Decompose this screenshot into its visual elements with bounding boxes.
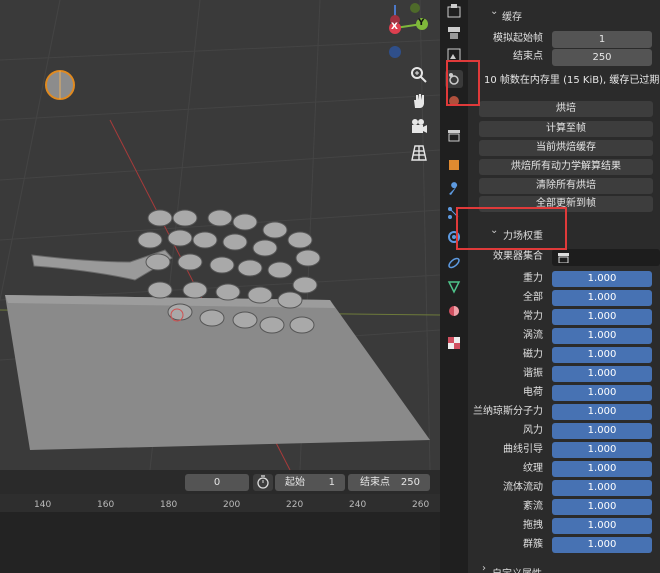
weight-field-charge[interactable]: 1.000 xyxy=(552,385,652,401)
grid-perspective-icon[interactable] xyxy=(406,140,432,166)
bake-all-dynamics-button[interactable]: 烘焙所有动力学解算结果 xyxy=(479,159,653,175)
chevron-down-icon: ⌄ xyxy=(490,6,499,17)
effector-collection-label: 效果器集合 xyxy=(493,251,543,262)
zoom-icon[interactable] xyxy=(406,62,432,88)
weight-field-fluid-flow[interactable]: 1.000 xyxy=(552,480,652,496)
weight-label-force: 常力 xyxy=(523,311,543,322)
cache-panel-header[interactable]: ⌄ 缓存 xyxy=(474,3,658,23)
modifier-wrench-icon[interactable] xyxy=(445,180,463,198)
camera-view-icon[interactable] xyxy=(406,114,432,140)
world-tab-icon[interactable] xyxy=(445,126,463,144)
y-axis-label: Y xyxy=(418,18,425,28)
stopwatch-icon[interactable] xyxy=(253,474,273,491)
frame-ruler[interactable] xyxy=(0,494,440,512)
weight-field-vortex[interactable]: 1.000 xyxy=(552,328,652,344)
object-tab-icon[interactable] xyxy=(445,156,463,174)
end-frame-label: 结束点 xyxy=(360,477,390,488)
material-tab-icon[interactable] xyxy=(445,302,463,320)
calculate-to-frame-button[interactable]: 计算至帧 xyxy=(479,121,653,137)
timeline[interactable]: 0 起始 1 结束点 250 140 160 180 200 220 240 2… xyxy=(0,470,440,573)
axis-gizmo[interactable] xyxy=(380,0,440,60)
weight-field-magnetic[interactable]: 1.000 xyxy=(552,347,652,363)
weight-label-turbulence: 紊流 xyxy=(523,501,543,512)
hand-pan-icon[interactable] xyxy=(406,88,432,114)
weight-label-fluid-flow: 流体流动 xyxy=(503,482,543,493)
tick-label: 140 xyxy=(34,500,52,510)
weight-label-drag: 拖拽 xyxy=(523,520,543,531)
cache-end-field[interactable]: 250 xyxy=(552,49,652,66)
chevron-right-icon: › xyxy=(482,563,486,573)
weight-label-gravity: 重力 xyxy=(523,273,543,284)
tick-label: 260 xyxy=(412,500,430,510)
weight-field-all[interactable]: 1.000 xyxy=(552,290,652,306)
end-frame-value: 250 xyxy=(400,477,420,488)
weight-label-lennard-jones: 兰纳琼斯分子力 xyxy=(473,406,543,417)
delete-all-bakes-button[interactable]: 清除所有烘培 xyxy=(479,178,653,194)
highlight-box xyxy=(456,207,567,250)
current-frame-field[interactable]: 0 xyxy=(185,474,249,491)
sim-start-field[interactable]: 1 xyxy=(552,31,652,48)
weight-field-force[interactable]: 1.000 xyxy=(552,309,652,325)
weight-field-lennard-jones[interactable]: 1.000 xyxy=(552,404,652,420)
collection-box-icon xyxy=(558,253,569,263)
data-tab-icon[interactable] xyxy=(445,278,463,296)
weight-label-wind: 风力 xyxy=(523,425,543,436)
custom-properties-header[interactable]: › 自定义属性 xyxy=(474,562,658,573)
start-frame-field[interactable]: 起始 1 xyxy=(275,474,345,491)
weight-label-curve-guide: 曲线引导 xyxy=(503,444,543,455)
3d-viewport[interactable]: X Y xyxy=(0,0,440,470)
tick-label: 200 xyxy=(223,500,241,510)
weight-label-all: 全部 xyxy=(523,292,543,303)
tick-label: 240 xyxy=(349,500,367,510)
viewport-scene xyxy=(0,0,440,470)
render-tab-icon[interactable] xyxy=(445,24,463,42)
constraints-tab-icon[interactable] xyxy=(445,254,463,272)
sim-start-label: 模拟起始帧 xyxy=(493,33,543,44)
texture-tab-icon[interactable] xyxy=(445,334,463,352)
tick-label: 180 xyxy=(160,500,178,510)
current-cache-to-bake-button[interactable]: 当前烘焙缓存 xyxy=(479,140,653,156)
start-frame-value: 1 xyxy=(328,477,335,488)
weight-label-harmonic: 谐振 xyxy=(523,368,543,379)
weight-field-curve-guide[interactable]: 1.000 xyxy=(552,442,652,458)
effector-collection-field[interactable] xyxy=(552,249,660,266)
highlight-box xyxy=(446,60,480,106)
start-frame-label: 起始 xyxy=(285,477,305,488)
tick-label: 220 xyxy=(286,500,304,510)
bake-button[interactable]: 烘培 xyxy=(479,101,653,117)
properties-panel: ⌄ 缓存 模拟起始帧 1 结束点 250 10 帧数在内存里 (15 KiB),… xyxy=(468,0,660,573)
x-axis-label: X xyxy=(391,22,398,32)
weight-field-boid[interactable]: 1.000 xyxy=(552,537,652,553)
tool-tab-icon[interactable] xyxy=(445,2,463,20)
end-frame-field[interactable]: 结束点 250 xyxy=(348,474,430,491)
cache-header-label: 缓存 xyxy=(502,12,522,23)
weight-label-charge: 电荷 xyxy=(523,387,543,398)
cache-status-text: 10 帧数在内存里 (15 KiB), 缓存已过期! xyxy=(484,75,660,86)
cache-end-label: 结束点 xyxy=(513,51,543,62)
weight-field-gravity[interactable]: 1.000 xyxy=(552,271,652,287)
custom-properties-label: 自定义属性 xyxy=(492,565,542,573)
weight-field-turbulence[interactable]: 1.000 xyxy=(552,499,652,515)
weight-label-boid: 群簇 xyxy=(523,539,543,550)
weight-label-magnetic: 磁力 xyxy=(523,349,543,360)
weight-field-texture[interactable]: 1.000 xyxy=(552,461,652,477)
weight-label-vortex: 涡流 xyxy=(523,330,543,341)
tick-label: 160 xyxy=(97,500,115,510)
weight-label-texture: 纹理 xyxy=(523,463,543,474)
weight-field-harmonic[interactable]: 1.000 xyxy=(552,366,652,382)
weight-field-drag[interactable]: 1.000 xyxy=(552,518,652,534)
weight-field-wind[interactable]: 1.000 xyxy=(552,423,652,439)
